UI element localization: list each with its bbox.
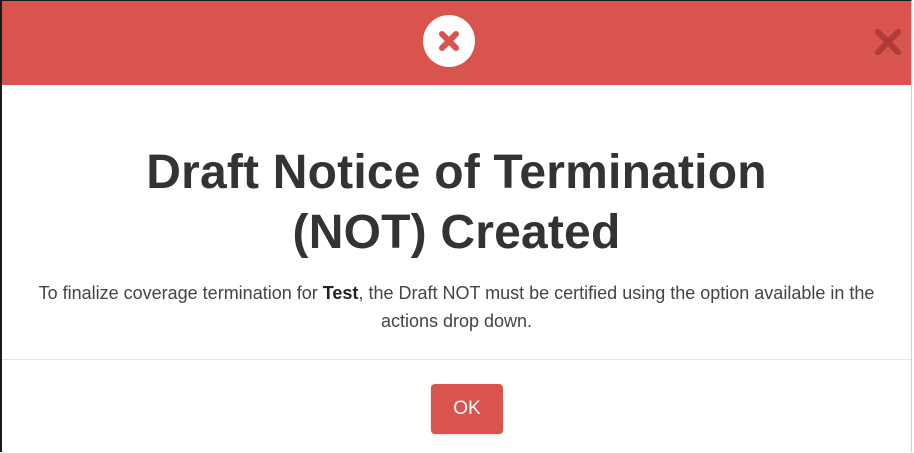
- dialog-message: To finalize coverage termination for Tes…: [22, 279, 891, 335]
- dialog-header: [2, 1, 911, 85]
- ok-button[interactable]: OK: [431, 384, 503, 434]
- message-entity-name: Test: [322, 283, 359, 303]
- close-x-icon: [875, 29, 901, 55]
- close-button[interactable]: [871, 25, 905, 59]
- dialog-footer: OK: [2, 360, 911, 453]
- dialog-title-line-2: (NOT) Created: [292, 206, 621, 259]
- error-dialog: Draft Notice of Termination (NOT) Create…: [0, 0, 912, 452]
- error-circle-x-icon: [423, 15, 475, 67]
- dialog-title: Draft Notice of Termination (NOT) Create…: [2, 143, 911, 263]
- message-text-end: , the Draft NOT must be certified using …: [358, 283, 875, 331]
- dialog-body: Draft Notice of Termination (NOT) Create…: [2, 85, 911, 359]
- dialog-title-line-1: Draft Notice of Termination: [146, 146, 767, 199]
- message-text-start: To finalize coverage termination for: [38, 283, 323, 303]
